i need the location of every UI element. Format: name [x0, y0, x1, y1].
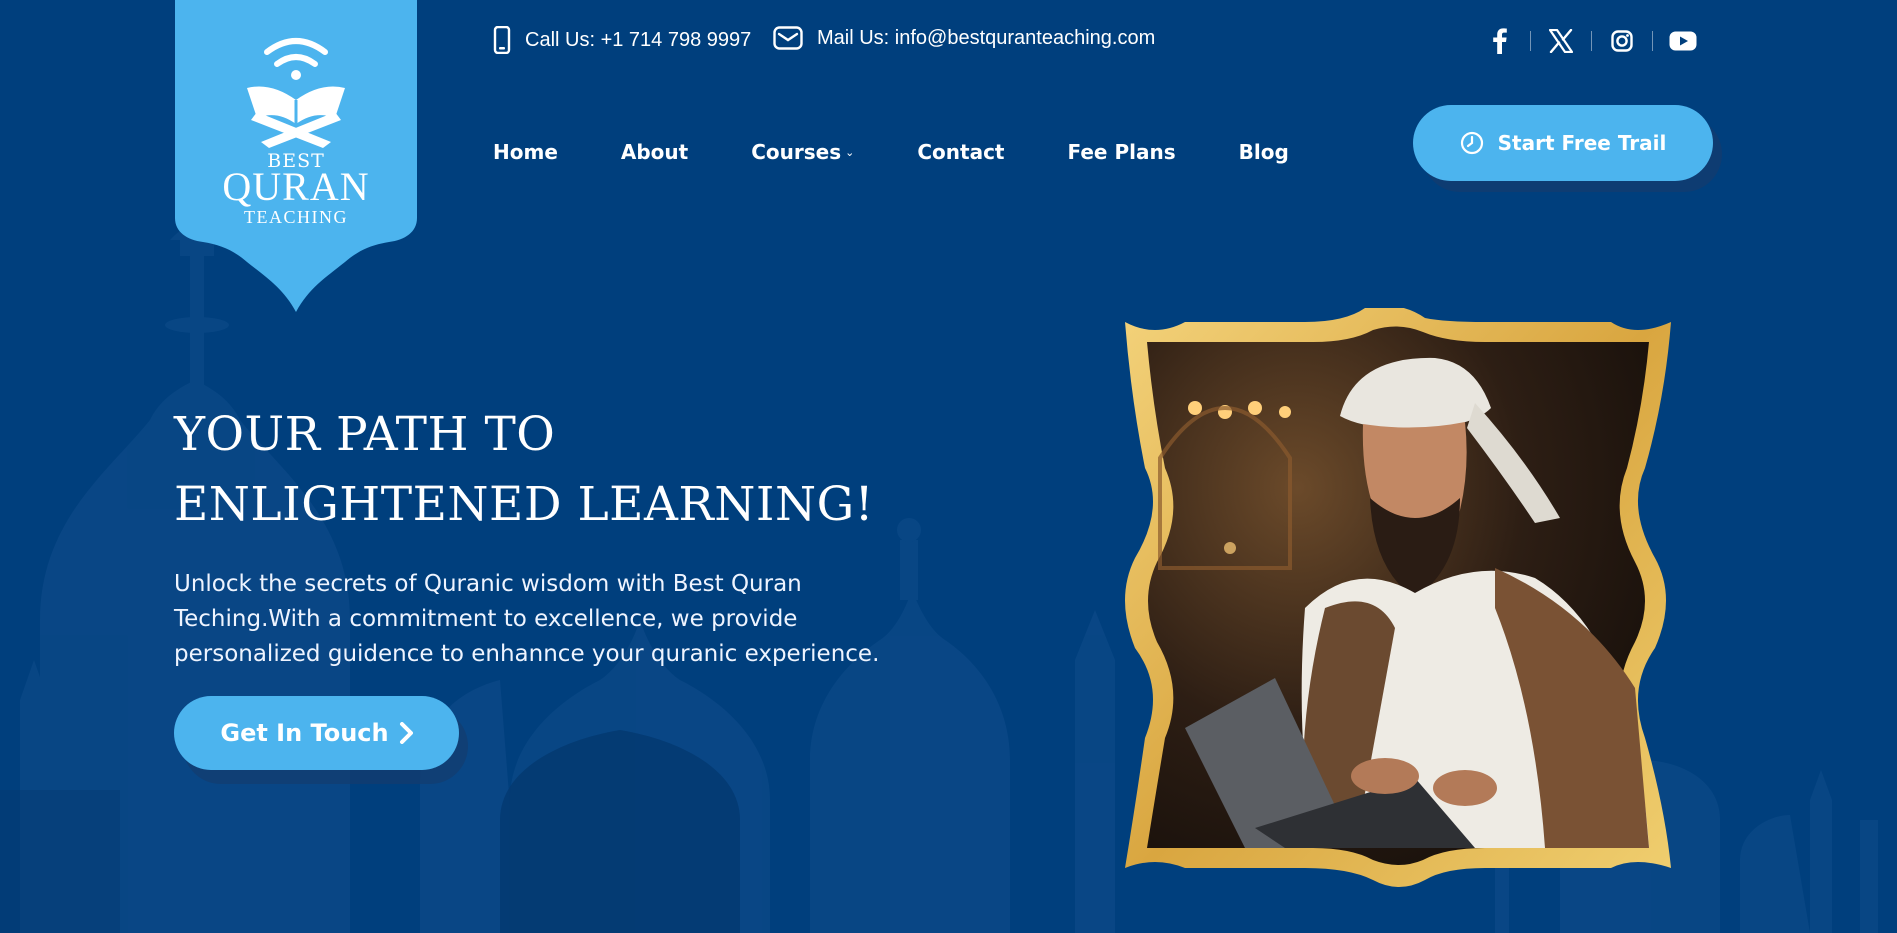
contact-mail-text: Mail Us: info@bestquranteaching.com [817, 26, 1156, 49]
nav-item-blog[interactable]: Blog [1239, 140, 1289, 164]
hero-title-line-1: YOUR PATH TO [174, 407, 556, 462]
start-free-trial-button[interactable]: Start Free Trail [1413, 105, 1713, 181]
hero-description: Unlock the secrets of Quranic wisdom wit… [174, 571, 880, 667]
nav-item-about[interactable]: About [621, 140, 688, 164]
brand-logo[interactable]: BEST QURAN TEACHING [175, 0, 417, 312]
envelope-icon [773, 26, 803, 50]
start-free-trial-label: Start Free Trail [1497, 131, 1667, 155]
nav-item-label: Home [493, 140, 558, 164]
social-separator [1530, 31, 1531, 51]
hero-title: YOUR PATH TO ENLIGHTENED LEARNING! [174, 400, 934, 540]
nav-item-fee-plans[interactable]: Fee Plans [1068, 140, 1176, 164]
instagram-icon[interactable] [1608, 30, 1636, 52]
clock-icon [1460, 131, 1484, 155]
mobile-phone-icon [493, 26, 511, 54]
hero-photo [1115, 305, 1683, 888]
facebook-icon[interactable] [1486, 28, 1514, 54]
nav-item-contact[interactable]: Contact [917, 140, 1004, 164]
nav-item-label: Blog [1238, 140, 1289, 164]
nav-item-label: About [620, 140, 689, 164]
logo-text-teaching: TEACHING [244, 207, 348, 227]
contact-mail[interactable]: Mail Us: info@bestquranteaching.com [773, 26, 1155, 50]
hero-title-line-2: ENLIGHTENED LEARNING! [174, 477, 875, 532]
social-separator [1652, 31, 1653, 51]
chevron-down-icon: ⌄ [845, 145, 855, 159]
nav-item-home[interactable]: Home [493, 140, 558, 164]
contact-phone-text: Call Us: +1 714 798 9997 [525, 28, 752, 51]
nav-item-courses[interactable]: Courses ⌄ [751, 140, 854, 164]
nav-item-label: Contact [917, 140, 1005, 164]
nav-item-label: Courses [751, 140, 842, 164]
logo-text-quran: QURAN [222, 164, 370, 209]
hero-photo-illustration [1125, 305, 1671, 887]
get-in-touch-button[interactable]: Get In Touch [174, 696, 459, 770]
get-in-touch-label: Get In Touch [220, 719, 389, 747]
contact-phone[interactable]: Call Us: +1 714 798 9997 [493, 26, 751, 54]
main-navigation: Home About Courses ⌄ Contact Fee Plans Bl… [493, 140, 1352, 164]
chevron-right-icon [399, 722, 413, 744]
nav-item-label: Fee Plans [1067, 140, 1176, 164]
social-separator [1591, 31, 1592, 51]
x-twitter-icon[interactable] [1547, 29, 1575, 53]
youtube-icon[interactable] [1669, 31, 1697, 51]
social-links [1486, 28, 1697, 54]
